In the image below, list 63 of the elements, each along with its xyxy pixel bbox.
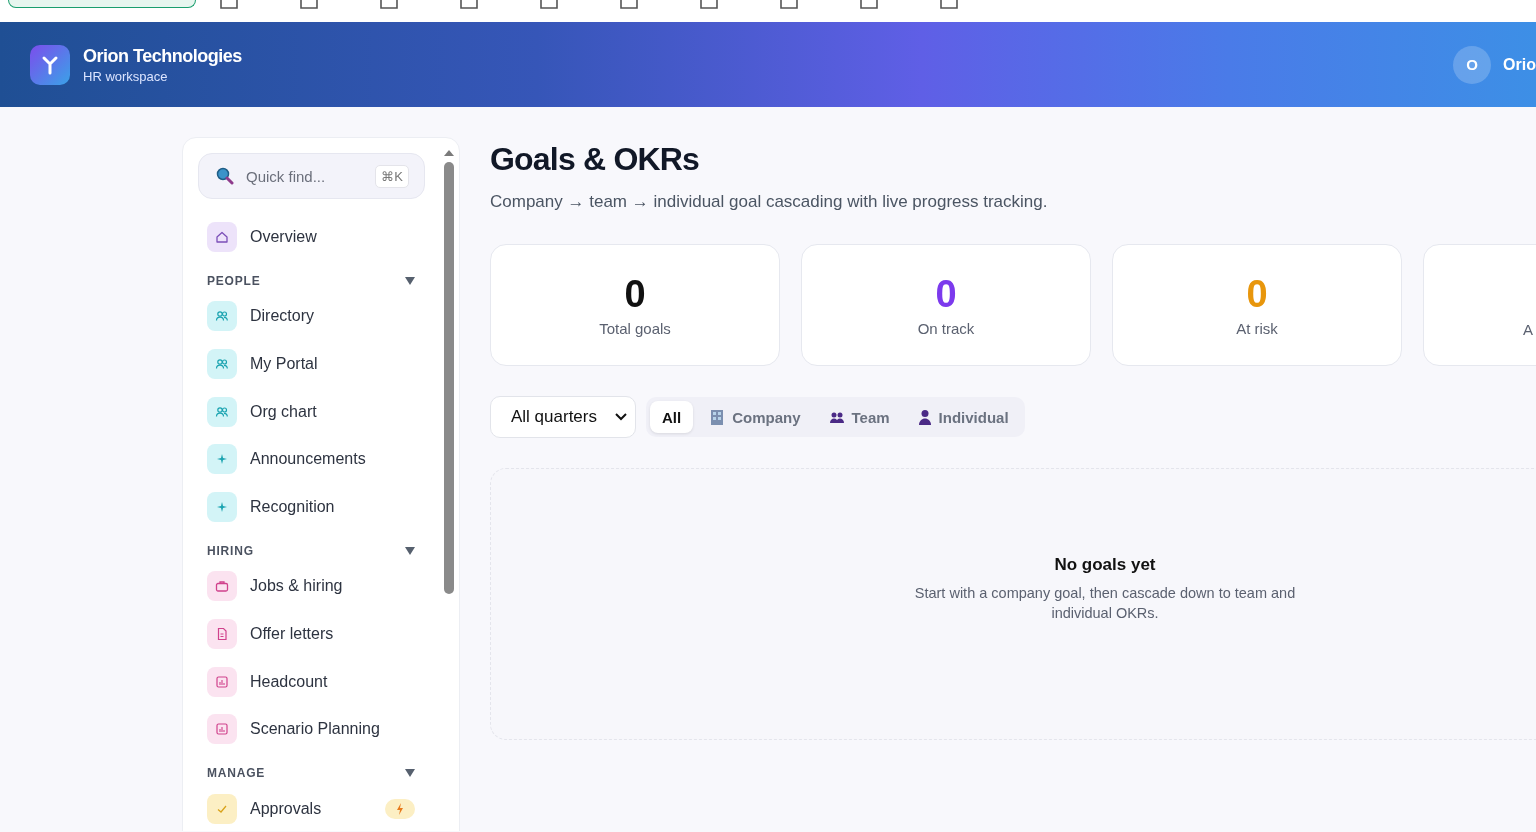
section-heading: PEOPLE xyxy=(207,273,261,288)
section-heading: MANAGE xyxy=(207,765,266,780)
page-title: Goals & OKRs xyxy=(490,141,701,178)
sidebar-item[interactable]: Scenario Planning xyxy=(198,705,425,753)
collapse-caret-icon[interactable] xyxy=(405,768,415,777)
sidebar-item[interactable]: Headcount xyxy=(198,657,425,706)
building-icon xyxy=(709,409,726,425)
stat-label: At risk xyxy=(1236,319,1278,337)
brand-name: Orion Technologies xyxy=(83,45,242,67)
filter-tab[interactable]: Individual xyxy=(905,401,1021,433)
quick-find-field[interactable]: Quick find... ⌘K xyxy=(198,153,425,199)
chart-icon xyxy=(207,666,237,697)
person-icon xyxy=(917,409,932,425)
stat-value: 0 xyxy=(624,273,646,314)
chevron-down-icon xyxy=(615,413,627,421)
sidebar-item[interactable]: Offer letters xyxy=(198,610,425,658)
stat-value: 0 xyxy=(935,273,957,314)
folder-icon[interactable] xyxy=(700,0,718,10)
people-icon xyxy=(207,349,237,379)
filter-tab[interactable]: All xyxy=(650,401,694,433)
shortcut-key: ⌘K xyxy=(375,164,409,188)
brand-subtitle: HR workspace xyxy=(83,68,169,84)
folder-icon[interactable] xyxy=(380,0,398,10)
stat-label: On track xyxy=(917,319,975,337)
page-subtitle: Company → team → individual goal cascading with live progress tracking. xyxy=(490,192,1049,212)
sidebar-item[interactable]: Overview xyxy=(198,213,425,261)
folder-icon[interactable] xyxy=(780,0,798,10)
logo-icon[interactable] xyxy=(30,44,70,85)
empty-state-message: Start with a company goal, then cascade down to team and individual OKRs. xyxy=(913,584,1297,623)
collapse-caret-icon[interactable] xyxy=(405,546,415,555)
folder-icon[interactable] xyxy=(540,0,558,10)
document-icon xyxy=(207,618,237,649)
sidebar-item[interactable]: Announcements xyxy=(198,435,425,483)
folder-icon[interactable] xyxy=(300,0,318,10)
people-icon xyxy=(207,301,237,332)
collapse-caret-icon[interactable] xyxy=(405,276,415,285)
folder-icon[interactable] xyxy=(860,0,878,10)
people-icon xyxy=(207,396,237,427)
bookmark-chip[interactable] xyxy=(8,0,196,8)
folder-icon[interactable] xyxy=(460,0,478,10)
briefcase-icon xyxy=(207,571,237,602)
sidebar-item[interactable]: Recognition xyxy=(198,482,425,531)
quarter-select[interactable]: All quarters xyxy=(490,396,636,438)
folder-icon[interactable] xyxy=(220,0,238,10)
sidebar-item[interactable]: Org chart xyxy=(198,387,425,436)
check-icon xyxy=(207,793,237,824)
stat-label: A xyxy=(1523,321,1533,338)
folder-icon[interactable] xyxy=(940,0,958,10)
sidebar-item[interactable]: Approvals xyxy=(198,784,425,831)
filter-tab[interactable]: Team xyxy=(816,401,902,433)
search-icon xyxy=(216,167,234,185)
chart-icon xyxy=(207,714,237,745)
filter-tab[interactable]: Company xyxy=(697,401,813,433)
home-icon xyxy=(207,221,237,252)
people-icon xyxy=(828,410,845,424)
sidebar-item[interactable]: Directory xyxy=(198,292,425,341)
stat-label: Total goals xyxy=(599,319,671,337)
section-heading: HIRING xyxy=(207,543,254,558)
sidebar-item[interactable]: Jobs & hiring xyxy=(198,562,425,611)
sidebar-item[interactable]: My Portal xyxy=(198,340,425,388)
folder-icon[interactable] xyxy=(620,0,638,10)
stat-value: 0 xyxy=(1246,273,1268,314)
empty-state-title: No goals yet xyxy=(1053,555,1157,575)
